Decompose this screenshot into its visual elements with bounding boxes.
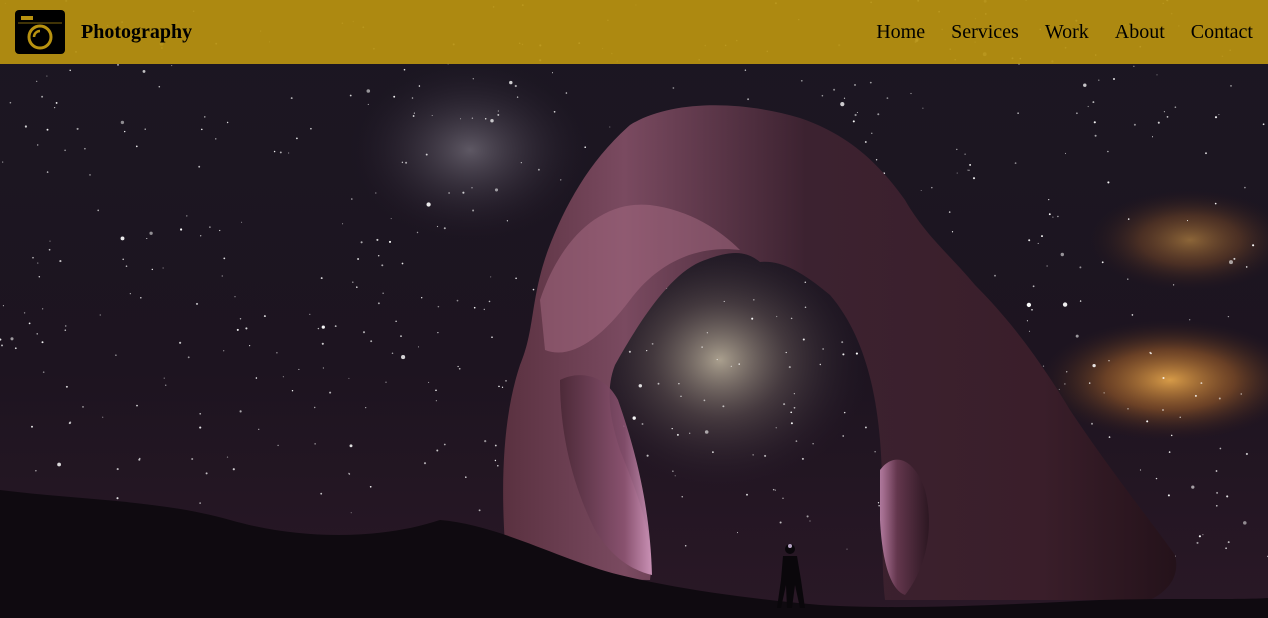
nav-link-services[interactable]: Services — [951, 21, 1019, 43]
camera-icon — [15, 10, 65, 54]
nav-item-home: Home — [876, 21, 925, 44]
page: Photography Home Services Work About Con… — [0, 0, 1268, 618]
nav-link-contact[interactable]: Contact — [1191, 21, 1253, 43]
brand-link[interactable]: Photography — [15, 10, 192, 54]
nav-link-home[interactable]: Home — [876, 21, 925, 43]
night-sky-arch-photo — [0, 0, 1268, 618]
nav-item-services: Services — [951, 21, 1019, 44]
navbar: Photography Home Services Work About Con… — [0, 0, 1268, 64]
nav-item-work: Work — [1045, 21, 1089, 44]
nav-link-about[interactable]: About — [1115, 21, 1165, 43]
main-nav: Home Services Work About Contact — [850, 0, 1253, 64]
hero-image — [0, 0, 1268, 618]
nav-link-work[interactable]: Work — [1045, 21, 1089, 43]
nav-item-about: About — [1115, 21, 1165, 44]
brand-name: Photography — [81, 20, 193, 43]
nav-item-contact: Contact — [1191, 21, 1253, 44]
